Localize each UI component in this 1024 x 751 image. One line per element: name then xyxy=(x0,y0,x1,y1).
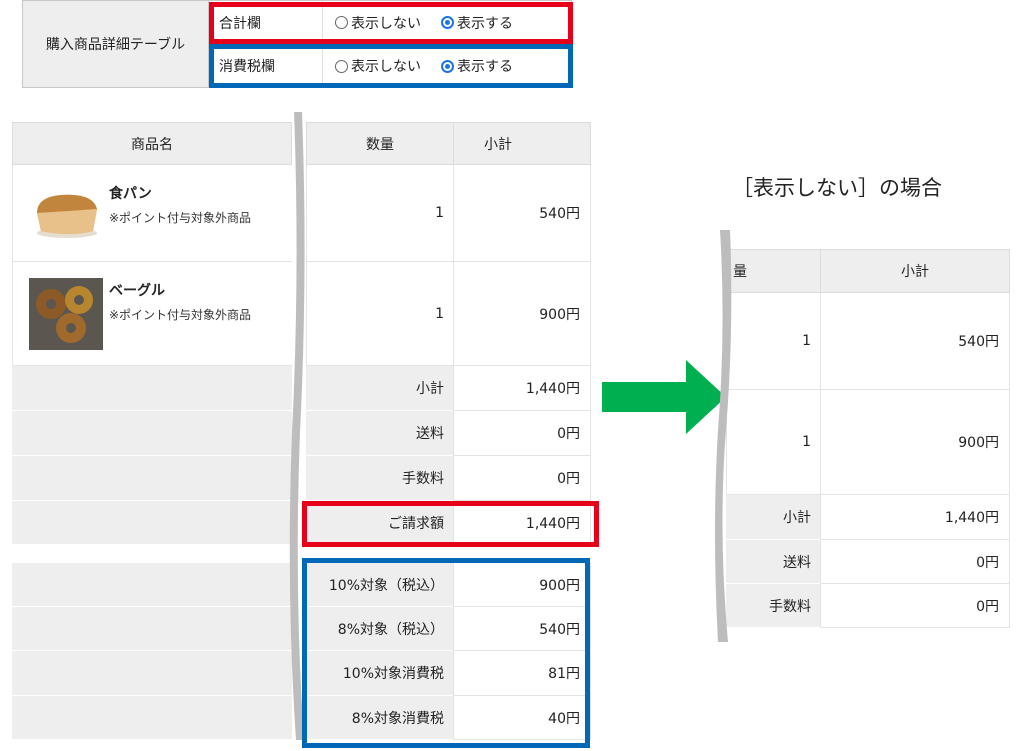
quantity-cell: 1 xyxy=(306,262,454,366)
bagel-image xyxy=(29,278,103,350)
summary-value: 0円 xyxy=(453,411,591,456)
header-subtotal: 小計 xyxy=(453,122,591,165)
tax-rows-highlight xyxy=(302,558,590,748)
product-note: ※ポイント付与対象外商品 xyxy=(109,211,252,225)
empty-cell xyxy=(12,501,292,545)
empty-cell xyxy=(12,607,292,651)
empty-cell xyxy=(12,563,292,607)
billing-total-highlight xyxy=(302,501,599,547)
empty-cell xyxy=(12,696,292,740)
product-name: ベーグル xyxy=(109,283,165,299)
summary-label: 送料 xyxy=(306,411,454,456)
header-product: 商品名 xyxy=(12,122,292,165)
price-cell: 900円 xyxy=(453,262,591,366)
summary-value: 1,440円 xyxy=(453,366,591,411)
empty-cell xyxy=(12,456,292,501)
quantity-cell: 1 xyxy=(306,165,454,262)
preview-price-cell: 540円 xyxy=(820,293,1010,390)
hidden-case-caption: ［表示しない］の場合 xyxy=(732,176,942,200)
arrow-right-icon xyxy=(602,360,726,434)
tax-setting-highlight xyxy=(209,44,573,88)
summary-label: 手数料 xyxy=(306,456,454,501)
preview-break-divider xyxy=(715,230,732,642)
preview-price-cell: 900円 xyxy=(820,390,1010,495)
product-name: 食パン xyxy=(109,186,152,202)
bread-loaf-image xyxy=(37,194,97,238)
summary-label: 小計 xyxy=(306,366,454,411)
preview-summary-value: 0円 xyxy=(820,584,1010,628)
preview-header-subtotal: 小計 xyxy=(820,249,1010,293)
empty-cell xyxy=(12,366,292,411)
settings-title: 購入商品詳細テーブル xyxy=(23,1,209,87)
price-cell: 540円 xyxy=(453,165,591,262)
total-setting-highlight xyxy=(209,2,573,44)
preview-summary-value: 1,440円 xyxy=(820,495,1010,540)
product-cell: 食パン ※ポイント付与対象外商品 xyxy=(12,165,292,262)
empty-cell xyxy=(12,411,292,456)
preview-summary-value: 0円 xyxy=(820,540,1010,584)
product-cell: ベーグル ※ポイント付与対象外商品 xyxy=(12,262,292,366)
product-note: ※ポイント付与対象外商品 xyxy=(109,308,252,322)
empty-cell xyxy=(12,651,292,696)
summary-value: 0円 xyxy=(453,456,591,501)
header-quantity: 数量 xyxy=(306,122,454,165)
